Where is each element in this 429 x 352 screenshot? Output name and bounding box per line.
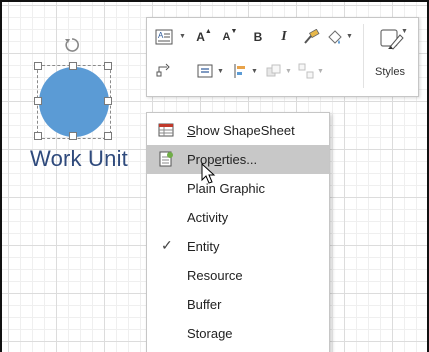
italic-button[interactable]: I bbox=[275, 28, 293, 46]
grow-font-button[interactable]: A ▲ bbox=[195, 28, 213, 46]
resize-handle-n[interactable] bbox=[69, 62, 77, 70]
connector-icon bbox=[156, 63, 170, 77]
window-border-top bbox=[0, 0, 429, 2]
resize-handle-se[interactable] bbox=[104, 132, 112, 140]
resize-handle-sw[interactable] bbox=[34, 132, 42, 140]
shape-fill-icon bbox=[328, 30, 342, 44]
menu-item-show-shapesheet[interactable]: Show ShapeSheet bbox=[147, 116, 329, 145]
format-painter-icon bbox=[304, 29, 320, 44]
format-painter-button[interactable] bbox=[301, 27, 321, 47]
menu-item-label: Storage bbox=[187, 326, 233, 341]
checkmark-icon: ✓ bbox=[161, 237, 173, 253]
resize-handle-nw[interactable] bbox=[34, 62, 42, 70]
shapesheet-icon bbox=[158, 122, 174, 138]
menu-item-storage[interactable]: Storage bbox=[147, 319, 329, 348]
group-button[interactable] bbox=[297, 62, 315, 80]
bold-button[interactable]: B bbox=[249, 28, 267, 46]
text-format-icon: A bbox=[155, 29, 173, 45]
context-menu: Show ShapeSheet Properties... Plain Grap… bbox=[146, 112, 330, 352]
menu-item-label: Activity bbox=[187, 210, 229, 225]
align-icon bbox=[197, 64, 213, 78]
chevron-down-icon[interactable]: ▼ bbox=[179, 33, 186, 40]
position-button[interactable] bbox=[231, 62, 249, 80]
properties-icon bbox=[158, 151, 174, 167]
menu-item-resource[interactable]: Resource bbox=[147, 261, 329, 290]
menu-item-entity[interactable]: ✓ Entity bbox=[147, 232, 329, 261]
menu-item-label: Resource bbox=[187, 268, 243, 283]
chevron-down-icon[interactable]: ▼ bbox=[217, 68, 224, 75]
menu-item-buffer[interactable]: Buffer bbox=[147, 290, 329, 319]
shape-label[interactable]: Work Unit bbox=[30, 146, 128, 172]
resize-handle-w[interactable] bbox=[34, 97, 42, 105]
styles-label[interactable]: Styles bbox=[375, 66, 405, 78]
grow-font-icon: A bbox=[196, 30, 205, 44]
menu-item-label: Buffer bbox=[187, 297, 222, 312]
toolbar-separator bbox=[363, 24, 364, 88]
rotate-handle-icon[interactable] bbox=[64, 37, 80, 53]
align-button[interactable] bbox=[195, 62, 215, 80]
selection-border bbox=[37, 65, 111, 139]
caret-up-icon: ▲ bbox=[204, 27, 212, 35]
mouse-cursor-icon bbox=[201, 162, 217, 192]
menu-item-label: Entity bbox=[187, 239, 220, 254]
caret-down-icon: ▼ bbox=[230, 27, 238, 35]
resize-handle-ne[interactable] bbox=[104, 62, 112, 70]
position-icon bbox=[234, 64, 245, 78]
menu-item-plain-graphic[interactable]: Plain Graphic bbox=[147, 174, 329, 203]
chevron-down-icon[interactable]: ▼ bbox=[251, 68, 258, 75]
mini-toolbar: A ▼ A ▲ A ▼ B I ▼ ▼ Styles ▼ ▼ ▼ ▼ bbox=[146, 17, 419, 97]
connector-button[interactable] bbox=[153, 61, 173, 81]
shape-fill-button[interactable] bbox=[325, 27, 345, 47]
text-format-button[interactable]: A bbox=[152, 27, 176, 47]
chevron-down-icon[interactable]: ▼ bbox=[285, 68, 292, 75]
bring-forward-icon bbox=[266, 64, 281, 77]
menu-item-activity[interactable]: Activity bbox=[147, 203, 329, 232]
shrink-font-icon: A bbox=[222, 31, 231, 43]
resize-handle-s[interactable] bbox=[69, 132, 77, 140]
chevron-down-icon: ▼ bbox=[401, 28, 408, 35]
chevron-down-icon[interactable]: ▼ bbox=[346, 33, 353, 40]
menu-item-label: Properties... bbox=[187, 152, 258, 167]
menu-item-label: Plain Graphic bbox=[187, 181, 266, 196]
styles-button[interactable]: ▼ bbox=[377, 26, 408, 54]
menu-item-label: Show ShapeSheet bbox=[187, 123, 295, 138]
selected-shape[interactable] bbox=[34, 62, 112, 140]
shrink-font-button[interactable]: A ▼ bbox=[221, 28, 239, 46]
group-icon bbox=[298, 63, 314, 79]
menu-item-properties[interactable]: Properties... bbox=[147, 145, 329, 174]
svg-text:A: A bbox=[158, 31, 164, 40]
window-border-left bbox=[0, 0, 2, 352]
bring-forward-button[interactable] bbox=[265, 62, 283, 80]
resize-handle-e[interactable] bbox=[104, 97, 112, 105]
drawing-canvas[interactable]: Work Unit A ▼ A ▲ A ▼ B I ▼ ▼ Styles ▼ ▼… bbox=[0, 0, 429, 352]
chevron-down-icon[interactable]: ▼ bbox=[317, 68, 324, 75]
